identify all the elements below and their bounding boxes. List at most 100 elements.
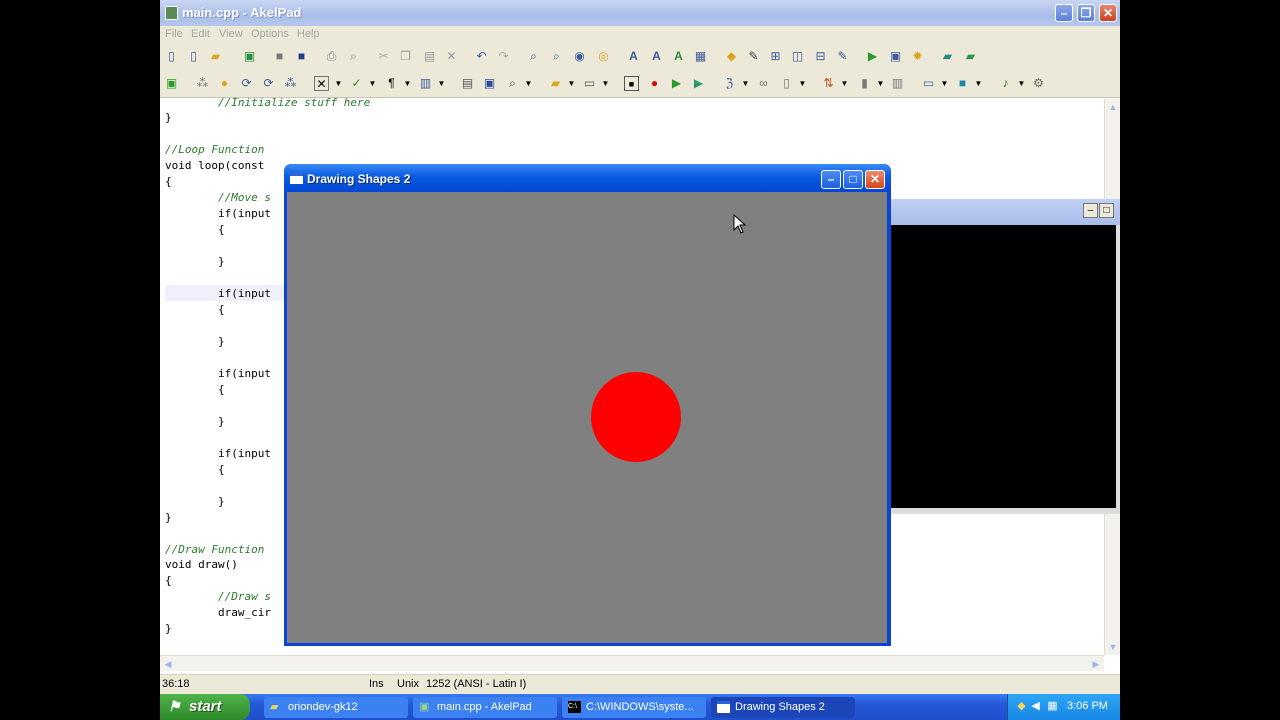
drawing-canvas[interactable] [287, 192, 887, 643]
hint-icon[interactable]: ● [217, 76, 232, 91]
print-preview-icon[interactable]: ⌕ [346, 49, 361, 64]
copy-icon[interactable]: ❐ [398, 49, 413, 64]
chevron-down-icon[interactable]: ▼ [738, 76, 753, 91]
task-akelpad[interactable]: ▣ main.cpp - AkelPad [413, 697, 557, 718]
options-icon[interactable]: ⚙ [1031, 76, 1046, 91]
console-window-titlebar[interactable]: – □ [886, 199, 1120, 225]
menu-view[interactable]: View [219, 28, 243, 40]
new-window-icon[interactable]: ▯ [186, 49, 201, 64]
sort-icon[interactable]: ⇅ [821, 76, 836, 91]
find-icon[interactable]: ⌕ [526, 49, 541, 64]
task-console[interactable]: C:\ C:\WINDOWS\syste... [562, 697, 706, 718]
save-all-icon[interactable]: ■ [294, 49, 309, 64]
columns-icon[interactable]: ▥ [418, 76, 433, 91]
minimize-button[interactable]: – [1055, 4, 1073, 22]
network-icon[interactable]: ▦ [1046, 700, 1059, 713]
music-icon[interactable]: ♪ [998, 76, 1013, 91]
split-grid-icon[interactable]: ⊞ [768, 49, 783, 64]
font-icon[interactable]: A [626, 49, 641, 64]
drawing-close-button[interactable]: ✕ [865, 170, 885, 189]
tool-icon[interactable]: ✎ [835, 49, 850, 64]
window-mode-icon[interactable]: ■ [955, 76, 970, 91]
task-drawing-shapes[interactable]: Drawing Shapes 2 [711, 697, 855, 718]
taskbar-clock[interactable]: 3:06 PM [1067, 700, 1108, 712]
chevron-down-icon[interactable]: ▼ [837, 76, 852, 91]
replace-icon[interactable]: ◉ [572, 49, 587, 64]
chevron-down-icon[interactable]: ▼ [971, 76, 986, 91]
clipboard-icon[interactable]: ▤ [460, 76, 475, 91]
split-horizontal-icon[interactable]: ⊟ [813, 49, 828, 64]
chevron-down-icon[interactable]: ▼ [1014, 76, 1029, 91]
shield-icon[interactable]: ◆ [1015, 700, 1028, 713]
menu-help[interactable]: Help [297, 28, 320, 40]
link-icon[interactable]: ∞ [756, 76, 771, 91]
task-oriondev[interactable]: ▰ oriondev-gk12 [264, 697, 408, 718]
cut-icon[interactable]: ✂ [376, 49, 391, 64]
save-session-icon[interactable]: ▣ [482, 76, 497, 91]
chevron-down-icon[interactable]: ▼ [564, 76, 579, 91]
horizontal-scrollbar[interactable]: ◀ ▶ [160, 655, 1104, 671]
open-folder-icon[interactable]: ▰ [208, 49, 223, 64]
save-disabled-icon[interactable]: ■ [272, 49, 287, 64]
new-file-icon[interactable]: ▯ [164, 49, 179, 64]
play-icon[interactable]: ▶ [669, 76, 684, 91]
chevron-down-icon[interactable]: ▼ [937, 76, 952, 91]
plugin-icon[interactable]: ▰ [963, 49, 978, 64]
chevron-down-icon[interactable]: ▼ [365, 76, 380, 91]
scroll-left-icon[interactable]: ◀ [160, 656, 176, 672]
record-icon[interactable]: ● [647, 76, 662, 91]
close-button[interactable]: ✕ [1099, 4, 1117, 22]
zoom-icon[interactable]: ⌕ [505, 76, 520, 91]
refresh-icon[interactable]: ⟳ [261, 76, 276, 91]
menu-edit[interactable]: Edit [191, 28, 210, 40]
paste-icon[interactable]: ▤ [422, 49, 437, 64]
grid-icon[interactable]: ⁂ [195, 76, 210, 91]
nodes-icon[interactable]: ⁂ [283, 76, 298, 91]
columns-select-icon[interactable]: ▥ [890, 76, 905, 91]
stop-icon[interactable]: ■ [624, 76, 639, 91]
coder-icon[interactable]: ▣ [164, 76, 179, 91]
redo-icon[interactable]: ↷ [496, 49, 511, 64]
find-next-icon[interactable]: ⌕ [549, 49, 564, 64]
drawing-maximize-button[interactable]: □ [843, 170, 863, 189]
restore-button[interactable]: ❐ [1077, 4, 1095, 22]
charmap-icon[interactable]: ▦ [693, 49, 708, 64]
window-list-icon[interactable]: ▭ [582, 76, 597, 91]
goto-icon[interactable]: ◎ [596, 49, 611, 64]
chevron-down-icon[interactable]: ▼ [331, 76, 346, 91]
console-maximize-button[interactable]: □ [1099, 203, 1114, 218]
scroll-icon[interactable]: ▮ [857, 76, 872, 91]
akelpad-titlebar[interactable]: main.cpp - AkelPad – ❐ ✕ [160, 0, 1120, 26]
bookmark-icon[interactable]: ◆ [724, 49, 739, 64]
settings-icon[interactable]: ✹ [910, 49, 925, 64]
delete-icon[interactable]: ✕ [444, 49, 459, 64]
chevron-down-icon[interactable]: ▼ [434, 76, 449, 91]
sync-icon[interactable]: ⟳ [239, 76, 254, 91]
chevron-down-icon[interactable]: ▼ [873, 76, 888, 91]
reopen-icon[interactable]: ▣ [242, 49, 257, 64]
play-multiple-icon[interactable]: ▶ [691, 76, 706, 91]
scroll-up-icon[interactable]: ▲ [1105, 99, 1120, 115]
menu-options[interactable]: Options [251, 28, 289, 40]
drawing-window-titlebar[interactable]: Drawing Shapes 2 – □ ✕ [284, 164, 891, 192]
print-icon[interactable]: ⎙ [324, 49, 339, 64]
start-button[interactable]: ⚑ start [160, 694, 250, 720]
convert-icon[interactable]: ℨ [722, 76, 737, 91]
close-tag-icon[interactable]: ✕ [314, 76, 329, 91]
chevron-down-icon[interactable]: ▼ [400, 76, 415, 91]
font-bg-icon[interactable]: A [671, 49, 686, 64]
scroll-down-icon[interactable]: ▼ [1105, 639, 1120, 655]
drawing-minimize-button[interactable]: – [821, 170, 841, 189]
pilcrow-icon[interactable]: ¶ [384, 76, 399, 91]
document-icon[interactable]: ▯ [779, 76, 794, 91]
panel-icon[interactable]: ▭ [921, 76, 936, 91]
undo-icon[interactable]: ↶ [474, 49, 489, 64]
chevron-down-icon[interactable]: ▼ [795, 76, 810, 91]
console-scrollbar[interactable] [1116, 225, 1120, 508]
font-color-icon[interactable]: A [649, 49, 664, 64]
chevron-down-icon[interactable]: ▼ [521, 76, 536, 91]
console-minimize-button[interactable]: – [1083, 203, 1098, 218]
pen-icon[interactable]: ✎ [746, 49, 761, 64]
open-folder-icon[interactable]: ▰ [548, 76, 563, 91]
volume-icon[interactable]: ◀ [1029, 700, 1042, 713]
